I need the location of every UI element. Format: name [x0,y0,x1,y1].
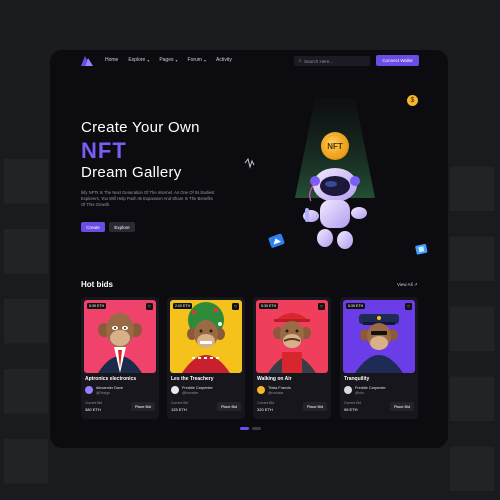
nft-image[interactable]: 5:39 ETH ♡ [343,300,415,373]
bid-timer: 5:39 ETH [87,303,107,309]
nft-title: Walking on Air [257,376,292,382]
nft-image[interactable]: 5:39 ETH ♡ [256,300,328,373]
astronaut-illustration: NFT [244,98,428,255]
avatar [257,386,265,394]
current-bid-value: 125 ETH [171,407,187,412]
current-bid-value: 380 ETH [85,407,101,412]
nav-link-pages[interactable]: Pages ▾ [159,57,177,63]
current-bid-label: Current Bid [171,401,189,405]
bid-timer: 2:00 ETH [173,303,193,309]
avatar [85,386,93,394]
nft-title: Tranquility [344,376,370,382]
creator-handle: @rockstar [268,391,284,395]
place-bid-button[interactable]: Place Bid [217,402,241,411]
nft-coin-label: NFT [327,142,343,151]
favorite-icon[interactable]: ♡ [146,303,153,310]
avatar [344,386,352,394]
creator-handle: @Design [96,391,110,395]
nft-card[interactable]: 2:00 ETH ♡ Les the Treachery Freddie Car… [167,297,245,419]
logo-icon[interactable] [81,56,93,66]
chevron-down-icon: ▾ [175,57,178,63]
creator-name: Freddie Carpenter [355,386,386,390]
nft-title: Aptronics electronics [85,376,137,382]
carousel-pagination [240,427,261,430]
explore-button[interactable]: Explore [109,222,135,232]
place-bid-button[interactable]: Place Bid [303,402,327,411]
nft-image[interactable]: 5:39 ETH ♡ [84,300,156,373]
pagination-dot-1[interactable] [240,427,249,430]
search-input[interactable]: ⌕ Search Here... [294,56,370,66]
search-icon: ⌕ [298,58,302,64]
place-bid-button[interactable]: Place Bid [390,402,414,411]
nav-link-explore[interactable]: Explore ▾ [128,57,149,63]
create-button[interactable]: Create [81,222,105,232]
bid-timer: 5:39 ETH [259,303,279,309]
bid-timer: 5:39 ETH [346,303,366,309]
nft-card[interactable]: 5:39 ETH ♡ Tranquility Freddie Carpenter… [340,297,418,419]
view-all-link[interactable]: View All ↗ [397,282,418,288]
hero-subtitle: Dream Gallery [81,164,182,181]
creator-name: Freddie Carpenter [182,386,213,390]
place-bid-button[interactable]: Place Bid [131,402,155,411]
creator-handle: @info [355,391,364,395]
nft-title: Les the Treachery [171,376,214,382]
current-bid-label: Current Bid [344,401,362,405]
favorite-icon[interactable]: ♡ [405,303,412,310]
creator-name: Trista Francis [268,386,291,390]
nav-link-activity[interactable]: Activity [216,57,232,63]
avatar [171,386,179,394]
nft-card[interactable]: 5:39 ETH ♡ Aptronics electronics Alexand… [81,297,159,419]
top-navbar: Home Explore ▾ Pages ▾ Forum ▾ Activity ⌕ S… [50,50,448,72]
app-window: Home Explore ▾ Pages ▾ Forum ▾ Activity ⌕ S… [50,50,448,448]
hero-title: Create Your Own [81,119,200,136]
current-bid-label: Current Bid [257,401,275,405]
hero-highlight: NFT [81,138,127,163]
hot-bids-list: 5:39 ETH ♡ Aptronics electronics Alexand… [81,297,418,419]
chevron-down-icon: ▾ [203,57,206,63]
pagination-dot-2[interactable] [252,427,261,430]
current-bid-label: Current Bid [85,401,103,405]
creator-handle: @Icreative [182,391,199,395]
nft-image[interactable]: 2:00 ETH ♡ [170,300,242,373]
nav-link-home[interactable]: Home [105,57,118,63]
favorite-icon[interactable]: ♡ [232,303,239,310]
current-bid-value: 320 ETH [257,407,273,412]
current-bid-value: 98 ETH [344,407,358,412]
nft-card[interactable]: 5:39 ETH ♡ Walking on Air Trista Francis… [253,297,331,419]
nav-link-forum[interactable]: Forum ▾ [188,57,206,63]
nav-links: Home Explore ▾ Pages ▾ Forum ▾ Activity [105,57,232,63]
dollar-coin-icon: $ [407,95,418,106]
chevron-down-icon: ▾ [147,57,150,63]
hot-bids-title: Hot bids [81,280,113,289]
search-placeholder: Search Here... [304,58,334,64]
creator-name: Alexander Dave [96,386,124,390]
favorite-icon[interactable]: ♡ [318,303,325,310]
connect-wallet-button[interactable]: Connect Wallet [376,55,419,66]
hero-description: Ikfy NFTs Is The Next Generation Of The … [81,190,215,208]
